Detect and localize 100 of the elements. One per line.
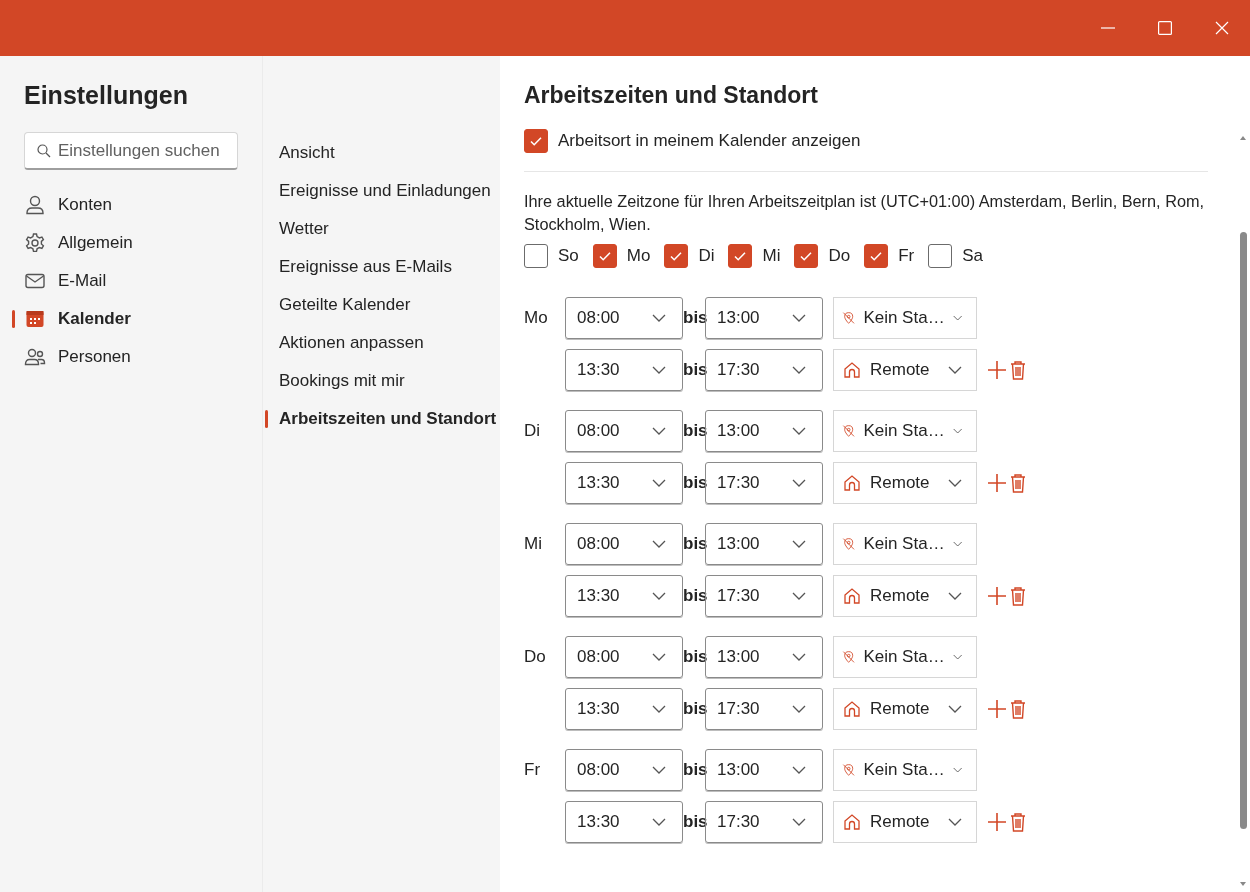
time-dropdown[interactable]: 13:00 [705, 297, 823, 339]
checkbox[interactable] [524, 129, 548, 153]
maximize-icon [1157, 21, 1172, 35]
separator-text: bis [683, 647, 705, 667]
add-button[interactable] [987, 473, 1007, 493]
delete-button[interactable] [1009, 473, 1027, 493]
subnav-item[interactable]: Aktionen anpassen [265, 324, 500, 362]
chevron-down-icon [952, 540, 962, 548]
add-button[interactable] [987, 586, 1007, 606]
time-dropdown[interactable]: 17:30 [705, 575, 823, 617]
chevron-down-icon [792, 540, 806, 548]
separator-text: bis [683, 534, 705, 554]
subnav-item[interactable]: Ansicht [265, 134, 500, 172]
time-dropdown[interactable]: 17:30 [705, 688, 823, 730]
chevron-down-icon [952, 766, 962, 774]
chevron-down-icon [948, 705, 962, 713]
subnav-item[interactable]: Wetter [265, 210, 500, 248]
separator-text: bis [683, 760, 705, 780]
checkbox[interactable] [864, 244, 889, 268]
search-field[interactable]: Einstellungen suchen [24, 132, 238, 170]
time-dropdown[interactable]: 08:00 [565, 749, 683, 791]
sidebar-item[interactable]: E-Mail [12, 262, 238, 300]
location-dropdown[interactable]: Remote [833, 575, 977, 617]
separator-text: bis [683, 699, 705, 719]
timezone-note: Ihre aktuelle Zeitzone für Ihren Arbeitszeitplan ist (UTC+01:00) Amsterdam, Berlin, Bern, Rom, Stockholm, Wien. [524, 191, 1206, 235]
separator-text: bis [683, 308, 705, 328]
chevron-down-icon [948, 592, 962, 600]
day-label: Fr [524, 759, 542, 781]
time-dropdown[interactable]: 13:00 [705, 636, 823, 678]
time-dropdown[interactable]: 13:30 [565, 688, 683, 730]
checkbox[interactable] [664, 244, 689, 268]
sidebar-title: Einstellungen [24, 80, 189, 111]
day-label: Di [698, 246, 715, 266]
chevron-down-icon [652, 427, 666, 435]
location-dropdown[interactable]: Kein Sta… [833, 523, 977, 565]
person-icon [24, 194, 46, 216]
chevron-down-icon [652, 653, 666, 661]
time-dropdown[interactable]: 13:00 [705, 749, 823, 791]
add-button[interactable] [987, 360, 1007, 380]
chevron-down-icon [948, 479, 962, 487]
time-dropdown[interactable]: 17:30 [705, 349, 823, 391]
day-label: Mi [524, 533, 543, 555]
location-dropdown[interactable]: Kein Sta… [833, 636, 977, 678]
subnav-item[interactable]: Arbeitszeiten und Standort [265, 400, 500, 438]
location-dropdown[interactable]: Remote [833, 462, 977, 504]
time-dropdown[interactable]: 13:30 [565, 349, 683, 391]
delete-button[interactable] [1009, 812, 1027, 832]
time-dropdown[interactable]: 08:00 [565, 636, 683, 678]
time-dropdown[interactable]: 08:00 [565, 410, 683, 452]
location-dropdown[interactable]: Kein Sta… [833, 410, 977, 452]
sidebar-item[interactable]: Konten [12, 186, 238, 224]
chevron-down-icon [792, 653, 806, 661]
location-dropdown[interactable]: Kein Sta… [833, 749, 977, 791]
location-dropdown[interactable]: Kein Sta… [833, 297, 977, 339]
location-dropdown[interactable]: Remote [833, 349, 977, 391]
sidebar-item[interactable]: Kalender [12, 300, 238, 338]
chevron-down-icon [792, 479, 806, 487]
chevron-down-icon [792, 314, 806, 322]
time-dropdown[interactable]: 13:00 [705, 523, 823, 565]
delete-button[interactable] [1009, 360, 1027, 380]
checkbox[interactable] [794, 244, 819, 268]
checkbox[interactable] [928, 244, 953, 268]
separator-text: bis [683, 473, 705, 493]
time-dropdown[interactable]: 13:00 [705, 410, 823, 452]
home-icon [842, 699, 862, 719]
add-button[interactable] [987, 699, 1007, 719]
subnav-item[interactable]: Bookings mit mir [265, 362, 500, 400]
chevron-down-icon [652, 818, 666, 826]
checkbox-label: Arbeitsort in meinem Kalender anzeigen [558, 131, 861, 151]
subnav-item[interactable]: Ereignisse und Einladungen [265, 172, 500, 210]
location-dropdown[interactable]: Remote [833, 688, 977, 730]
time-dropdown[interactable]: 08:00 [565, 523, 683, 565]
chevron-down-icon [792, 427, 806, 435]
time-dropdown[interactable]: 17:30 [705, 801, 823, 843]
time-dropdown[interactable]: 13:30 [565, 462, 683, 504]
minimize-icon [1100, 27, 1115, 29]
time-dropdown[interactable]: 08:00 [565, 297, 683, 339]
chevron-down-icon [792, 366, 806, 374]
chevron-down-icon [652, 314, 666, 322]
scroll-down-icon[interactable] [1240, 882, 1246, 886]
subnav-item[interactable]: Geteilte Kalender [265, 286, 500, 324]
separator-text: bis [683, 360, 705, 380]
chevron-down-icon [652, 766, 666, 774]
time-dropdown[interactable]: 13:30 [565, 801, 683, 843]
sidebar-item[interactable]: Personen [12, 338, 238, 376]
day-label: Sa [962, 246, 983, 266]
delete-button[interactable] [1009, 699, 1027, 719]
checkbox[interactable] [592, 244, 617, 268]
time-dropdown[interactable]: 13:30 [565, 575, 683, 617]
sidebar-item[interactable]: Allgemein [12, 224, 238, 262]
checkbox[interactable] [524, 244, 548, 268]
subnav-item[interactable]: Ereignisse aus E-Mails [265, 248, 500, 286]
chevron-down-icon [652, 366, 666, 374]
add-button[interactable] [987, 812, 1007, 832]
location-dropdown[interactable]: Remote [833, 801, 977, 843]
scroll-up-icon[interactable] [1240, 136, 1246, 140]
time-dropdown[interactable]: 17:30 [705, 462, 823, 504]
checkbox[interactable] [728, 244, 753, 268]
delete-button[interactable] [1009, 586, 1027, 606]
calendar-icon [24, 308, 46, 330]
